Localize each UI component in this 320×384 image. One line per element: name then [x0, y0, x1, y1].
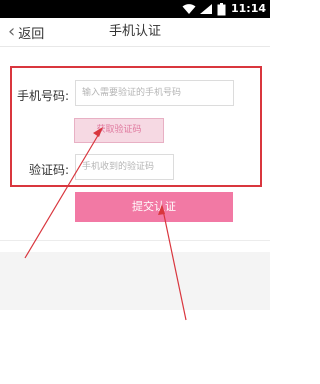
status-icons: 11:14: [182, 0, 270, 18]
content-background-band: [0, 252, 270, 310]
divider: [0, 240, 270, 241]
battery-icon: [217, 2, 226, 15]
annotation-highlight-box: [10, 66, 262, 187]
status-bar: 11:14: [0, 0, 270, 18]
signal-icon: [199, 4, 212, 14]
submit-button[interactable]: 提交认证: [75, 192, 233, 222]
back-button[interactable]: ‹ 返回: [8, 18, 44, 46]
nav-bar: ‹ 返回 手机认证: [0, 18, 270, 47]
chevron-left-icon: ‹: [8, 21, 16, 42]
wifi-icon: [182, 4, 196, 14]
clock: 11:14: [230, 2, 266, 15]
back-label: 返回: [18, 26, 45, 42]
